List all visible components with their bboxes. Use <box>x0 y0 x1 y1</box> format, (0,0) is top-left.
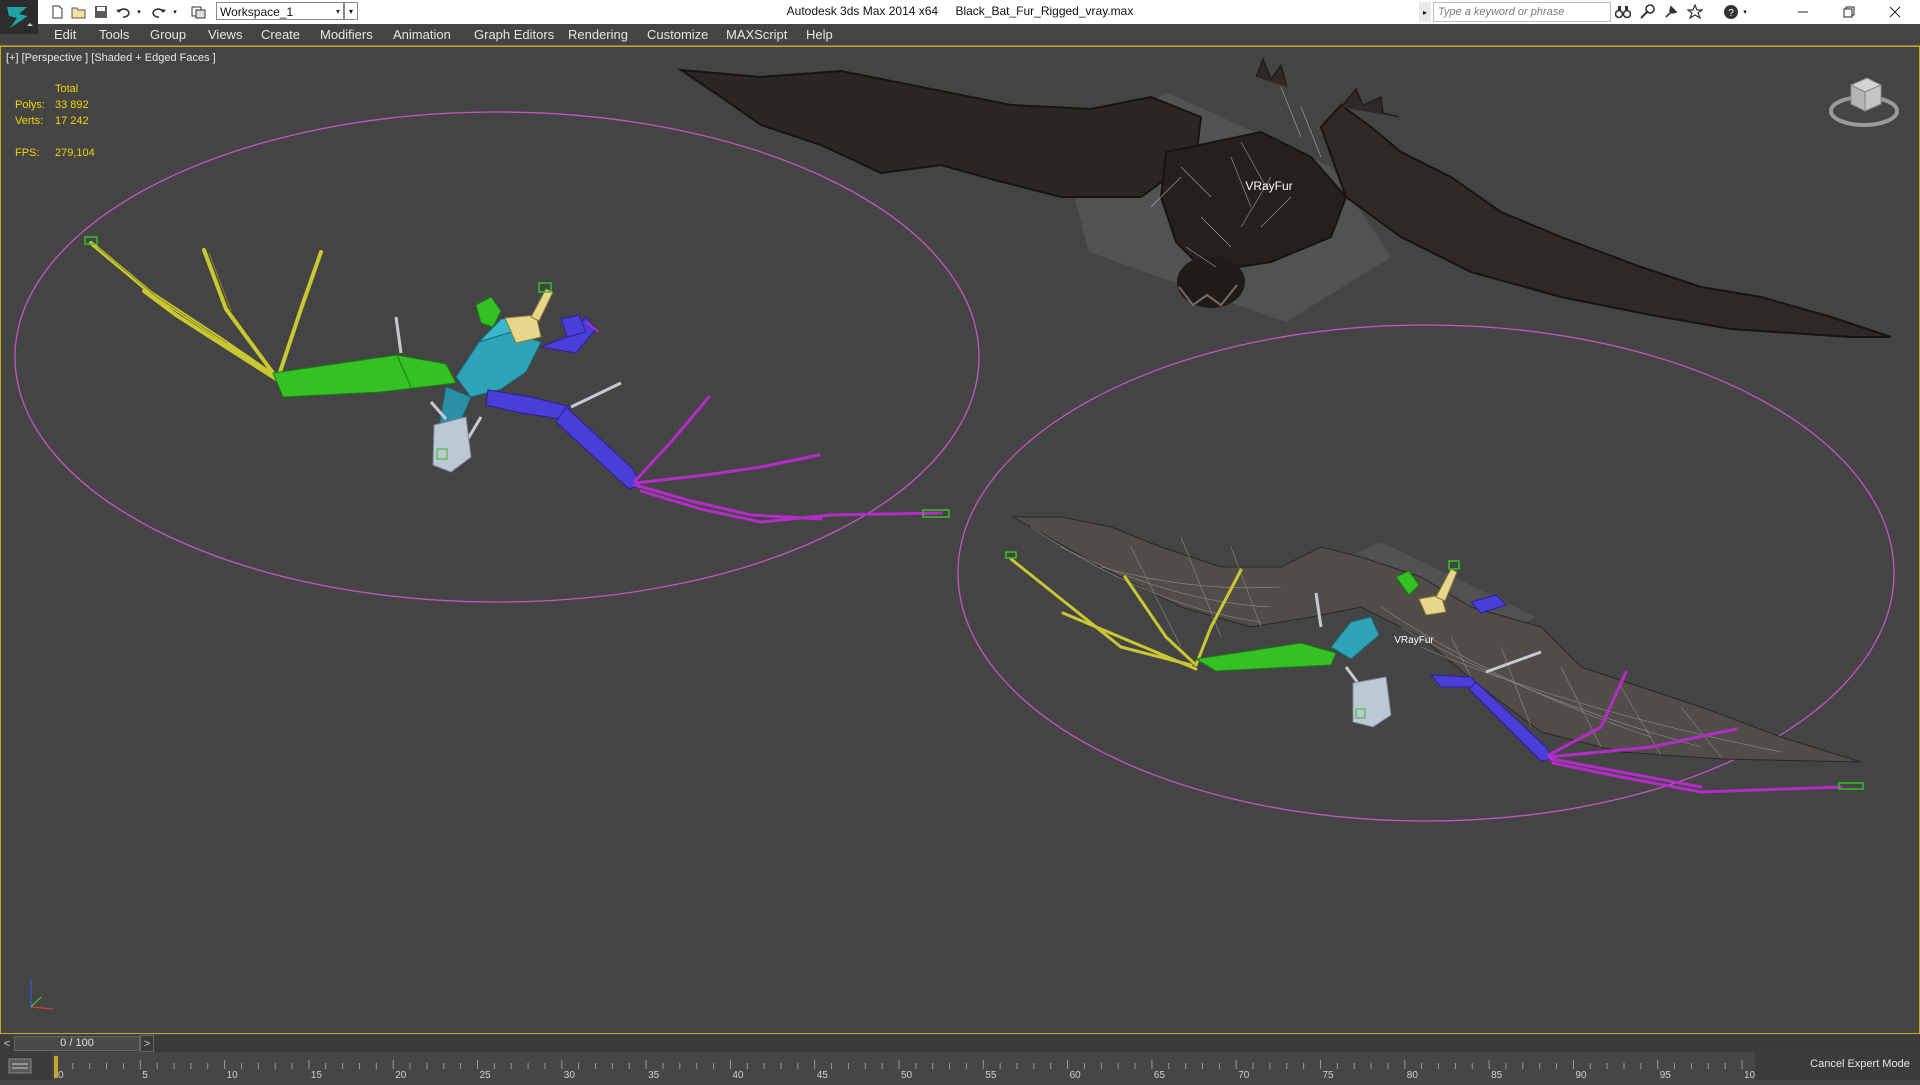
stats-fps-label: FPS: <box>15 147 40 159</box>
time-slider-handle[interactable]: 0 / 100 <box>14 1036 140 1051</box>
menu-customize[interactable]: Customize <box>647 27 708 42</box>
search-input[interactable] <box>1433 2 1611 22</box>
app-logo-icon[interactable] <box>0 0 38 34</box>
stats-fps-value: 279,104 <box>55 147 95 159</box>
timeline-tick-label: 75 <box>1323 1070 1335 1080</box>
title-bar: ▾ ▾ Workspace_1 ▾ ▾ Autodesk 3ds Max 201… <box>0 0 1920 24</box>
stats-header: Total <box>55 83 79 95</box>
help-icon[interactable]: ? <box>1722 3 1740 21</box>
file-name: Black_Bat_Fur_Rigged_vray.max <box>955 4 1134 18</box>
undo-icon[interactable] <box>114 3 132 21</box>
menu-modifiers[interactable]: Modifiers <box>320 27 373 42</box>
menu-animation[interactable]: Animation <box>393 27 451 42</box>
viewcube-icon[interactable] <box>1827 65 1901 131</box>
new-file-icon[interactable] <box>48 3 66 21</box>
project-folder-icon[interactable] <box>190 3 208 21</box>
timeline-tick-label: 0 <box>58 1070 64 1080</box>
bat-bone-rig-left <box>84 236 950 524</box>
menu-views[interactable]: Views <box>208 27 242 42</box>
undo-dropdown-icon[interactable]: ▾ <box>134 3 144 21</box>
timeline-tick-label: 65 <box>1154 1070 1166 1080</box>
timeline-tick-label: 55 <box>985 1070 997 1080</box>
stats-polys-label: Polys: <box>15 99 45 111</box>
close-icon[interactable] <box>1872 0 1918 24</box>
minimize-icon[interactable] <box>1780 0 1826 24</box>
timeline-tick-label: 95 <box>1660 1070 1672 1080</box>
app-title: Autodesk 3ds Max 2014 x64 <box>786 4 939 18</box>
open-file-icon[interactable] <box>70 3 88 21</box>
menu-bar: Edit Tools Group Views Create Modifiers … <box>38 24 1920 45</box>
timeline-tick-label: 80 <box>1407 1070 1419 1080</box>
menu-group[interactable]: Group <box>150 27 186 42</box>
timeline-tick-label: 45 <box>817 1070 829 1080</box>
restore-icon[interactable] <box>1826 0 1872 24</box>
timeline-tick-label: 15 <box>311 1070 323 1080</box>
timeline-tick-label: 30 <box>564 1070 576 1080</box>
timeline-tick-label: 85 <box>1491 1070 1503 1080</box>
binoculars-icon[interactable] <box>1614 3 1632 21</box>
track-bar-area[interactable]: 0 5 10 15 20 25 30 35 40 45 50 55 60 65 70 75 80 85 90 95 10… <box>52 1052 1761 1081</box>
timeline-tick-label: 90 <box>1575 1070 1587 1080</box>
timeline-tick-label: 70 <box>1238 1070 1250 1080</box>
menu-graph-editors[interactable]: Graph Editors <box>474 27 554 42</box>
timeline-tick-label: 50 <box>901 1070 913 1080</box>
viewport-label[interactable]: [+] [Perspective ] [Shaded + Edged Faces… <box>6 52 216 64</box>
redo-icon[interactable] <box>150 3 168 21</box>
current-frame-marker <box>54 1056 58 1078</box>
timeline-tick-label: 100 <box>1744 1070 1755 1080</box>
chevron-down-icon: ▾ <box>335 7 340 16</box>
timeline-tick-label: 25 <box>480 1070 492 1080</box>
help-dropdown-icon[interactable]: ▾ <box>1740 3 1750 21</box>
timeline-tick-label: 20 <box>395 1070 407 1080</box>
scene-canvas[interactable]: VRayFur VRayFur <box>1 47 1919 1033</box>
workspace-menu-button[interactable]: ▾ <box>344 2 358 20</box>
timeline-ruler: 0 5 10 15 20 25 30 35 40 45 50 55 60 65 70 75 80 85 90 95 10… <box>54 1056 1761 1081</box>
communication-center-icon[interactable] <box>1662 3 1680 21</box>
vrayfur-label-bottom[interactable]: VRayFur <box>1394 635 1434 646</box>
menu-rendering[interactable]: Rendering <box>568 27 628 42</box>
cancel-expert-mode-button[interactable]: Cancel Expert Mode <box>1800 1052 1920 1080</box>
stats-verts-label: Verts: <box>15 115 44 127</box>
workspace-value: Workspace_1 <box>220 5 294 19</box>
search-expand-icon[interactable]: ▸ <box>1419 2 1431 22</box>
bat-rig-wireframe-right <box>1005 516 1864 794</box>
timeline-tick-label: 5 <box>142 1070 148 1080</box>
timeline-tick-label: 60 <box>1070 1070 1082 1080</box>
perspective-viewport[interactable]: VRayFur VRayFur [+] [Perspective ] [Shad… <box>0 46 1920 1034</box>
stats-verts-value: 17 242 <box>55 115 89 127</box>
save-file-icon[interactable] <box>92 3 110 21</box>
workspace-select[interactable]: Workspace_1 ▾ <box>216 2 344 20</box>
svg-text:?: ? <box>1728 8 1734 19</box>
timeline-tick-label: 10 <box>227 1070 239 1080</box>
stats-polys-value: 33 892 <box>55 99 89 111</box>
menu-help[interactable]: Help <box>806 27 833 42</box>
next-frame-icon[interactable]: > <box>140 1035 154 1052</box>
menu-maxscript[interactable]: MAXScript <box>726 27 787 42</box>
menu-edit[interactable]: Edit <box>54 27 76 42</box>
track-bar[interactable]: 0 5 10 15 20 25 30 35 40 45 50 55 60 65 70 75 80 85 90 95 10… <box>0 1052 1920 1081</box>
subscription-icon[interactable] <box>1638 3 1656 21</box>
redo-dropdown-icon[interactable]: ▾ <box>170 3 180 21</box>
favorites-star-icon[interactable] <box>1686 3 1704 21</box>
time-slider[interactable]: < 0 / 100 > <box>0 1035 1920 1052</box>
axis-tripod-icon <box>30 979 54 1010</box>
timeline-tick-label: 40 <box>732 1070 744 1080</box>
previous-frame-icon[interactable]: < <box>0 1035 14 1052</box>
menu-create[interactable]: Create <box>261 27 300 42</box>
track-view-icon[interactable] <box>8 1056 34 1076</box>
menu-tools[interactable]: Tools <box>99 27 129 42</box>
timeline-tick-label: 35 <box>648 1070 660 1080</box>
vrayfur-label-top[interactable]: VRayFur <box>1245 179 1292 193</box>
